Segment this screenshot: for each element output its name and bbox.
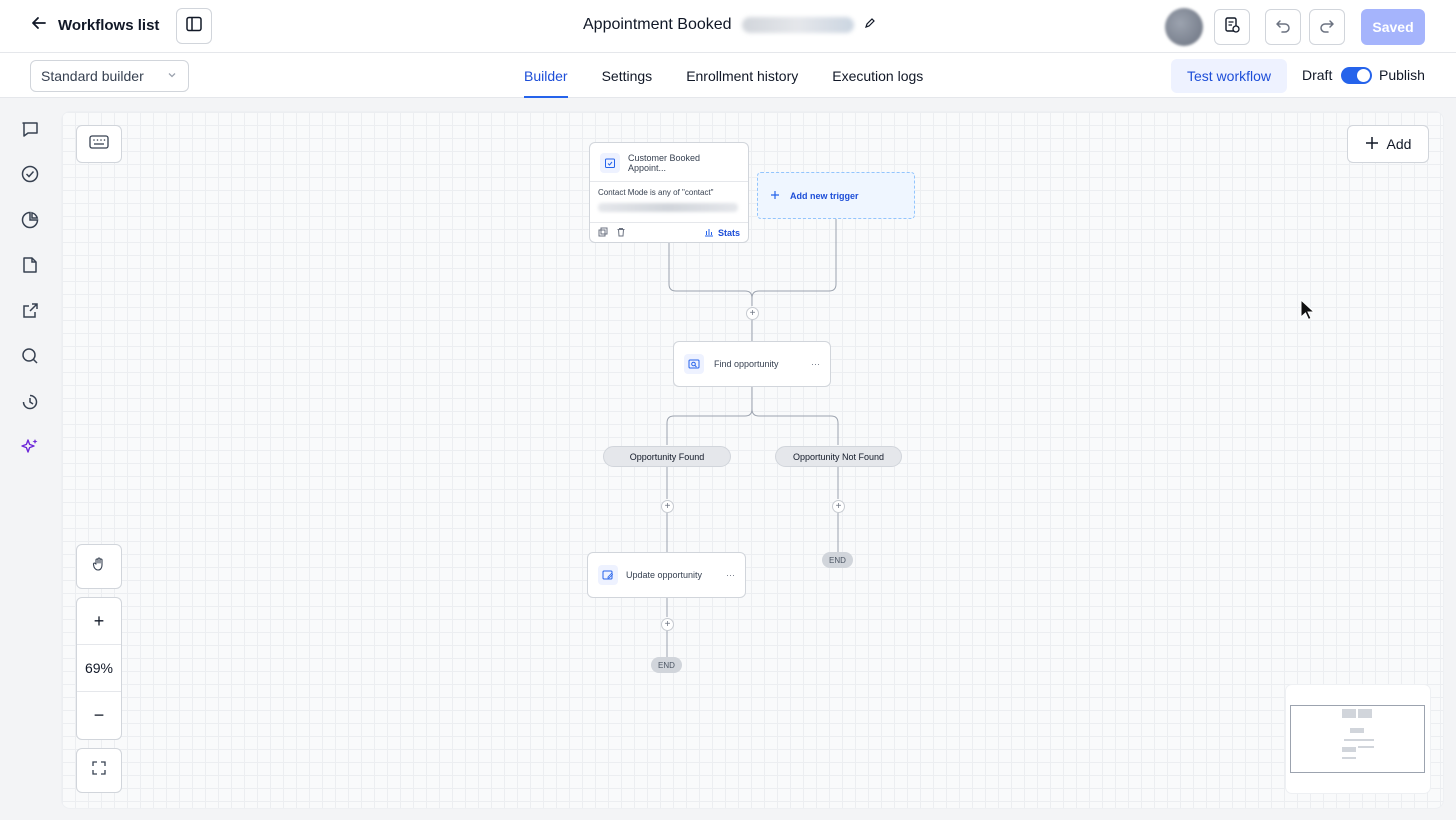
branch-opportunity-found[interactable]: Opportunity Found [603,446,731,467]
flow-connectors [666,219,839,657]
stats-label: Stats [717,227,740,238]
external-link-icon[interactable] [20,301,40,321]
redo-button[interactable] [1309,9,1345,45]
history-icon[interactable] [20,392,40,412]
end-marker: END [651,657,682,673]
plus-icon [770,187,780,205]
sparkle-icon[interactable] [20,437,40,457]
back-to-workflows-link[interactable]: Workflows list [30,14,159,37]
builder-toolbar: Standard builder Builder Settings Enroll… [0,53,1456,98]
check-circle-icon[interactable] [20,164,40,184]
undo-icon [1274,16,1292,39]
builder-mode-value: Standard builder [41,68,144,84]
back-link-label: Workflows list [58,17,160,34]
zoom-out-button[interactable]: − [77,692,121,739]
undo-button[interactable] [1265,9,1301,45]
publish-toggle[interactable] [1341,67,1372,84]
redo-icon [1318,16,1336,39]
zoom-level: 69% [77,645,121,692]
chat-icon[interactable] [20,119,40,139]
zoom-controls: + 69% − [76,597,122,740]
zoom-in-button[interactable]: + [77,598,121,645]
add-new-trigger-label: Add new trigger [790,190,859,201]
add-step-button[interactable]: + [661,500,674,513]
user-avatar[interactable] [1165,8,1203,46]
trigger-node[interactable]: Customer Booked Appoint... Contact Mode … [589,142,749,243]
sidebar-panel-icon [185,15,203,38]
expand-icon [92,761,106,780]
add-step-button[interactable]: + [832,500,845,513]
find-opportunity-node[interactable]: Find opportunity ··· [673,341,831,387]
bar-chart-icon [704,227,714,239]
search-icon[interactable] [20,346,40,366]
more-options-icon[interactable]: ··· [726,570,735,580]
arrow-left-icon [30,14,48,37]
more-options-icon[interactable]: ··· [811,359,820,369]
publish-label: Publish [1379,67,1425,83]
trash-icon[interactable] [616,227,626,239]
builder-tabs: Builder Settings Enrollment history Exec… [524,53,923,98]
tab-execution-logs[interactable]: Execution logs [832,53,923,98]
tab-settings[interactable]: Settings [602,53,653,98]
workflow-notes-button[interactable] [1214,9,1250,45]
end-marker: END [822,552,853,568]
add-step-button[interactable]: + [661,618,674,631]
builder-mode-select[interactable]: Standard builder [30,60,189,92]
workflow-title-area: Appointment Booked [583,16,876,34]
saved-button[interactable]: Saved [1361,9,1425,45]
fit-view-button[interactable] [76,748,122,793]
add-step-button[interactable]: + [746,307,759,320]
left-tool-rail [0,98,60,820]
top-bar: Workflows list Appointment Booked Saved [0,0,1456,53]
toggle-sidebar-button[interactable] [176,8,212,44]
draft-label: Draft [1302,67,1333,83]
pencil-edit-icon[interactable] [864,16,876,34]
add-new-trigger-button[interactable]: Add new trigger [757,172,915,219]
update-opportunity-label: Update opportunity [626,570,703,580]
update-opportunity-node[interactable]: Update opportunity ··· [587,552,746,598]
branch-opportunity-not-found[interactable]: Opportunity Not Found [775,446,902,467]
test-workflow-button[interactable]: Test workflow [1171,59,1287,93]
stats-link[interactable]: Stats [704,227,740,239]
pan-tool-button[interactable] [76,544,122,589]
find-opportunity-label: Find opportunity [714,359,779,369]
mouse-cursor-icon [1300,298,1316,326]
minimap-nodes [1342,709,1374,759]
document-icon[interactable] [20,255,40,275]
pie-chart-icon[interactable] [20,210,40,230]
trigger-title: Customer Booked Appoint... [627,153,701,173]
trigger-filter: Contact Mode is any of "contact" [598,188,714,197]
calendar-check-icon [600,153,620,173]
redacted-title-suffix [741,17,854,33]
tab-enrollment-history[interactable]: Enrollment history [686,53,798,98]
redacted-filter-detail [598,203,738,212]
minimap[interactable] [1286,685,1430,793]
chevron-down-icon [166,68,178,84]
workflow-canvas[interactable]: Add Customer Booked Appoint... Contact M… [62,112,1443,808]
document-settings-icon [1223,16,1241,39]
workflow-title: Appointment Booked [583,16,732,33]
copy-icon[interactable] [598,227,608,239]
tab-builder[interactable]: Builder [524,53,568,98]
edit-record-icon [598,565,618,585]
hand-icon [91,556,107,577]
search-record-icon [684,354,704,374]
